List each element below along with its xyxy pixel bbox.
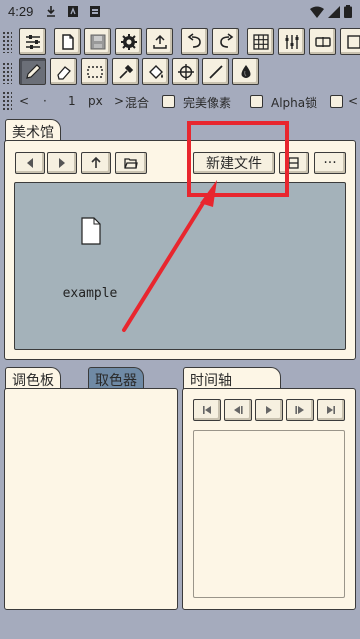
annotation-arrow-icon	[122, 180, 217, 332]
